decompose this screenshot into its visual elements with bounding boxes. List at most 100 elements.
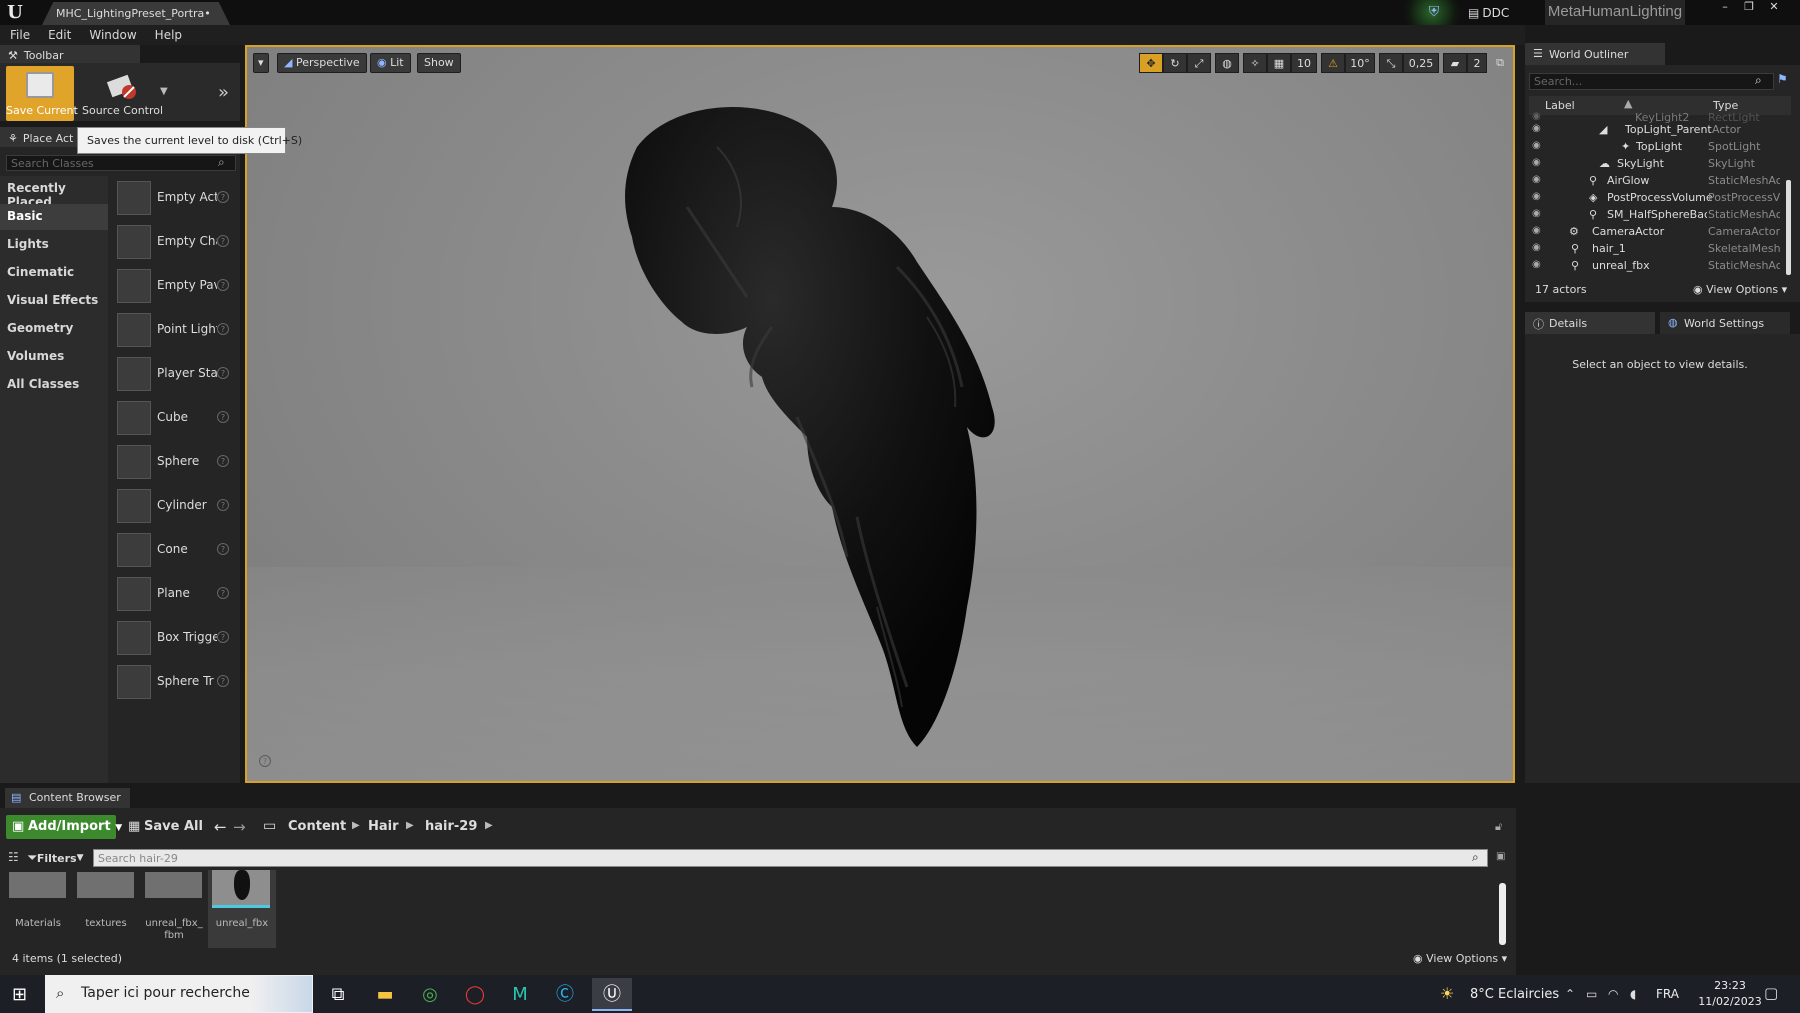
class-item[interactable]: Point Light? <box>115 311 233 351</box>
eye-icon[interactable]: ◉ <box>1532 157 1541 168</box>
outliner-row[interactable]: ◉ ◢ TopLight_Parent Actor <box>1529 122 1787 139</box>
help-icon[interactable]: ? <box>217 191 229 203</box>
camera-speed-value[interactable]: 2 <box>1467 53 1487 73</box>
level-viewport[interactable]: ▾ ◢ Perspective ◉ Lit Show ✥ ↻ ⤢ ◍ ✧ ▦ 1… <box>245 45 1515 783</box>
world-outliner-tab[interactable]: ☰ World Outliner <box>1525 43 1665 65</box>
class-item[interactable]: Empty Cha? <box>115 223 233 263</box>
eye-icon[interactable]: ◉ <box>1532 123 1541 134</box>
rotate-icon[interactable]: ↻ <box>1163 53 1187 73</box>
minimize-button[interactable]: – <box>1713 0 1737 14</box>
category-basic[interactable]: Basic <box>0 204 108 230</box>
opera-icon[interactable]: ◯ <box>455 978 495 1011</box>
weather-text[interactable]: 8°C Eclaircies <box>1470 987 1559 1002</box>
perspective-button[interactable]: ◢ Perspective <box>277 53 367 73</box>
chevron-up-icon[interactable]: ⌃ <box>1565 987 1575 1001</box>
lit-button[interactable]: ◉ Lit <box>370 53 411 73</box>
eye-icon[interactable]: ◉ <box>1532 174 1541 185</box>
class-item[interactable]: Cube? <box>115 399 233 439</box>
maximize-viewport-icon[interactable]: ⧉ <box>1491 53 1509 73</box>
rotation-snap-value[interactable]: 10° <box>1345 53 1375 73</box>
category-geometry[interactable]: Geometry <box>0 316 108 342</box>
class-item[interactable]: Box Trigge? <box>115 619 233 659</box>
asset-unreal-fbx[interactable]: unreal_fbx <box>208 870 276 948</box>
help-icon[interactable]: ? <box>217 631 229 643</box>
outliner-row[interactable]: ◉ ◈ PostProcessVolume PostProcessV <box>1529 190 1787 207</box>
toolbar-tab[interactable]: ⚒ Toolbar <box>0 45 140 63</box>
help-icon[interactable]: ? <box>217 499 229 511</box>
outliner-row[interactable]: ◉ ⚲ AirGlow StaticMeshAc <box>1529 173 1787 190</box>
sources-toggle-icon[interactable]: ☷ <box>8 850 19 864</box>
eye-icon[interactable]: ◉ <box>1532 191 1541 202</box>
weather-icon[interactable]: ☀ <box>1440 984 1454 1003</box>
search-icon[interactable]: ⌕ <box>1472 850 1479 865</box>
menu-help[interactable]: Help <box>155 28 182 42</box>
filters-button[interactable]: ⏷ Filters ▼ <box>28 849 88 867</box>
save-all-button[interactable]: ▦ Save All <box>126 815 206 839</box>
cinema4d-icon[interactable]: Ⓒ <box>545 978 585 1011</box>
world-settings-tab[interactable]: ◍ World Settings <box>1660 312 1790 334</box>
scale-snap-icon[interactable]: ⤡ <box>1379 53 1403 73</box>
outliner-search-input[interactable]: Search... <box>1529 73 1774 90</box>
details-tab[interactable]: ⓘ Details <box>1525 312 1655 334</box>
asset-folder-fbm[interactable]: unreal_fbx_ fbm <box>142 870 206 946</box>
breadcrumb-hair-29[interactable]: hair-29 <box>425 819 477 834</box>
outliner-view-options[interactable]: ◉ View Options ▾ <box>1693 283 1787 296</box>
search-icon[interactable]: ⌕ <box>1755 73 1762 88</box>
breadcrumb-content[interactable]: Content <box>288 819 346 834</box>
content-browser-tab[interactable]: ▤ Content Browser <box>5 788 130 808</box>
grid-snap-icon[interactable]: ▦ <box>1267 53 1291 73</box>
outliner-row[interactable]: ◉ ⚙ CameraActor CameraActor <box>1529 224 1787 241</box>
language-indicator[interactable]: FRA <box>1656 987 1679 1001</box>
windows-start-icon[interactable]: ⊞ <box>12 984 27 1005</box>
help-icon[interactable]: ? <box>217 543 229 555</box>
world-local-icon[interactable]: ◍ <box>1215 53 1239 73</box>
show-button[interactable]: Show <box>417 53 461 73</box>
scale-snap-value[interactable]: 0,25 <box>1403 53 1439 73</box>
forward-arrow-icon[interactable]: → <box>233 818 246 836</box>
category-lights[interactable]: Lights <box>0 232 108 258</box>
category-all-classes[interactable]: All Classes <box>0 372 108 398</box>
breadcrumb-separator-icon[interactable]: ▶ <box>352 820 360 831</box>
file-explorer-icon[interactable]: ▬ <box>365 978 405 1011</box>
notification-icon[interactable]: ▢ <box>1764 984 1778 1002</box>
help-icon[interactable]: ? <box>217 367 229 379</box>
category-cinematic[interactable]: Cinematic <box>0 260 108 286</box>
viewport-options-button[interactable]: ▾ <box>253 53 269 73</box>
outliner-row[interactable]: ◉ ⚲ hair_1 SkeletalMesh <box>1529 241 1787 258</box>
unreal-engine-taskbar-icon[interactable]: Ⓤ <box>592 978 632 1011</box>
asset-folder-materials[interactable]: Materials <box>6 870 70 946</box>
help-icon[interactable]: ? <box>217 675 229 687</box>
battery-icon[interactable]: ▭ <box>1586 987 1597 1001</box>
add-import-button[interactable]: ▣ Add/Import ▼ <box>6 815 122 839</box>
help-icon[interactable]: ? <box>217 279 229 291</box>
breadcrumb-hair[interactable]: Hair <box>368 819 399 834</box>
help-icon[interactable]: ? <box>217 411 229 423</box>
content-view-options[interactable]: ◉ View Options ▾ <box>1413 952 1507 965</box>
asset-folder-textures[interactable]: textures <box>74 870 138 946</box>
rotation-snap-icon[interactable]: ⚠ <box>1321 53 1345 73</box>
expand-toolbar-icon[interactable]: » <box>218 82 229 103</box>
class-item[interactable]: Cylinder? <box>115 487 233 527</box>
eye-icon[interactable]: ◉ <box>1532 140 1541 151</box>
volume-icon[interactable]: ◖ <box>1630 987 1636 1001</box>
save-search-icon[interactable]: ▣ <box>1496 851 1505 862</box>
class-item[interactable]: Sphere? <box>115 443 233 483</box>
eye-icon[interactable]: ◉ <box>1532 111 1541 122</box>
menu-edit[interactable]: Edit <box>48 28 71 42</box>
maya-icon[interactable]: M <box>500 978 540 1011</box>
help-icon[interactable]: ? <box>217 235 229 247</box>
hair-mesh[interactable] <box>597 87 1077 767</box>
chrome-icon[interactable]: ◎ <box>410 978 450 1011</box>
outliner-row[interactable]: ◉ ✦ TopLight SpotLight <box>1529 139 1787 156</box>
class-item[interactable]: Empty Act? <box>115 179 233 219</box>
category-recently-placed[interactable]: Recently Placed <box>0 176 108 209</box>
eye-icon[interactable]: ◉ <box>1532 259 1541 270</box>
add-filter-icon[interactable]: ⚑ <box>1777 72 1788 86</box>
menu-file[interactable]: File <box>10 28 30 42</box>
breadcrumb-separator-icon[interactable]: ▶ <box>406 820 414 831</box>
eye-icon[interactable]: ◉ <box>1532 208 1541 219</box>
level-tab[interactable]: MHC_LightingPreset_Portra• <box>42 2 230 25</box>
help-icon[interactable]: ? <box>217 587 229 599</box>
help-icon[interactable]: ? <box>217 455 229 467</box>
task-view-icon[interactable]: ⧉ <box>318 978 358 1011</box>
